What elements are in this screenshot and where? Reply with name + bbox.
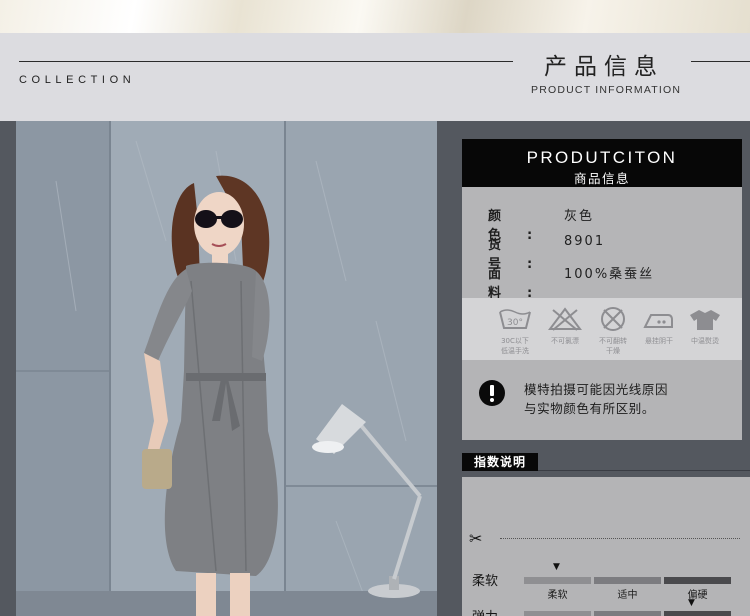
product-details: 颜色: 灰色 货号: 8901 面料: 100%桑蚕丝 — [462, 187, 742, 301]
index-panel: ✂ 柔软 ▼ 柔软 适中 偏硬 弹力 ▼ — [462, 477, 750, 616]
selected-marker-icon: ▼ — [688, 598, 695, 608]
collection-label: COLLECTION — [19, 74, 136, 86]
scale-segment — [664, 611, 731, 616]
header-rule-left — [19, 61, 513, 62]
notice-line: 模特拍摄可能因光线原因 — [524, 382, 669, 397]
scale-label: 柔软 — [547, 590, 568, 601]
shirt-icon — [690, 310, 720, 330]
care-label: 不可氯漂 — [551, 337, 579, 345]
scale-segment — [524, 577, 591, 584]
scale-segment — [524, 611, 591, 616]
detail-value: 8901 — [564, 234, 606, 249]
section-header: COLLECTION 产品信息 PRODUCT INFORMATION — [0, 33, 750, 121]
detail-value: 100%桑蚕丝 — [564, 267, 655, 282]
svg-text:30°: 30° — [507, 318, 523, 328]
no-tumble-dry-icon — [601, 307, 625, 331]
section-title: 产品信息 — [544, 54, 664, 80]
detail-key: 面料: — [488, 267, 559, 301]
detail-value: 灰色 — [564, 209, 595, 224]
care-label: 低温手洗 — [501, 347, 529, 355]
metric-label-softness: 柔软 — [472, 574, 499, 589]
notice-line: 与实物颜色有所区别。 — [524, 401, 656, 416]
no-bleach-icon — [548, 307, 582, 331]
care-item: 30° 30C以下 低温手洗 — [492, 306, 538, 356]
index-tag: 指数说明 — [462, 453, 538, 471]
index-rule — [538, 470, 750, 471]
scale-segment — [664, 577, 731, 584]
care-label: 中温熨烫 — [691, 337, 719, 345]
care-instructions: 30° 30C以下 低温手洗 不可氯漂 不可翻转 干燥 悬挂阴干 中温熨烫 — [462, 298, 742, 360]
satin-banner — [0, 0, 750, 33]
metric-label-elasticity: 弹力 — [472, 606, 498, 616]
care-label: 不可翻转 — [599, 337, 627, 345]
scissors-icon: ✂ — [469, 529, 483, 548]
care-label: 悬挂阴干 — [645, 337, 673, 345]
scale-segment — [594, 611, 661, 616]
header-rule-right — [691, 61, 750, 62]
warning-icon — [479, 380, 505, 406]
product-photo — [16, 121, 437, 616]
selected-marker-icon: ▼ — [553, 562, 560, 572]
scale-label: 偏硬 — [687, 590, 708, 601]
product-card-header: PRODUTCITON 商品信息 — [462, 139, 742, 187]
wash-30-icon: 30° — [499, 309, 531, 329]
care-item: 中温熨烫 — [682, 306, 728, 346]
care-item: 不可翻转 干燥 — [590, 306, 636, 356]
care-label: 干燥 — [606, 347, 620, 355]
cut-line — [500, 538, 740, 539]
scale-segment — [594, 577, 661, 584]
scale-label: 适中 — [617, 590, 638, 601]
care-item: 悬挂阴干 — [636, 306, 682, 346]
iron-icon — [643, 314, 673, 328]
product-heading-zh: 商品信息 — [573, 171, 630, 186]
care-label: 30C以下 — [501, 337, 529, 345]
section-subtitle: PRODUCT INFORMATION — [531, 84, 682, 96]
product-heading-en: PRODUTCITON — [526, 148, 678, 167]
color-notice: 模特拍摄可能因光线原因 与实物颜色有所区别。 — [462, 360, 742, 440]
notice-text: 模特拍摄可能因光线原因 与实物颜色有所区别。 — [524, 380, 668, 418]
care-item: 不可氯漂 — [542, 306, 588, 346]
